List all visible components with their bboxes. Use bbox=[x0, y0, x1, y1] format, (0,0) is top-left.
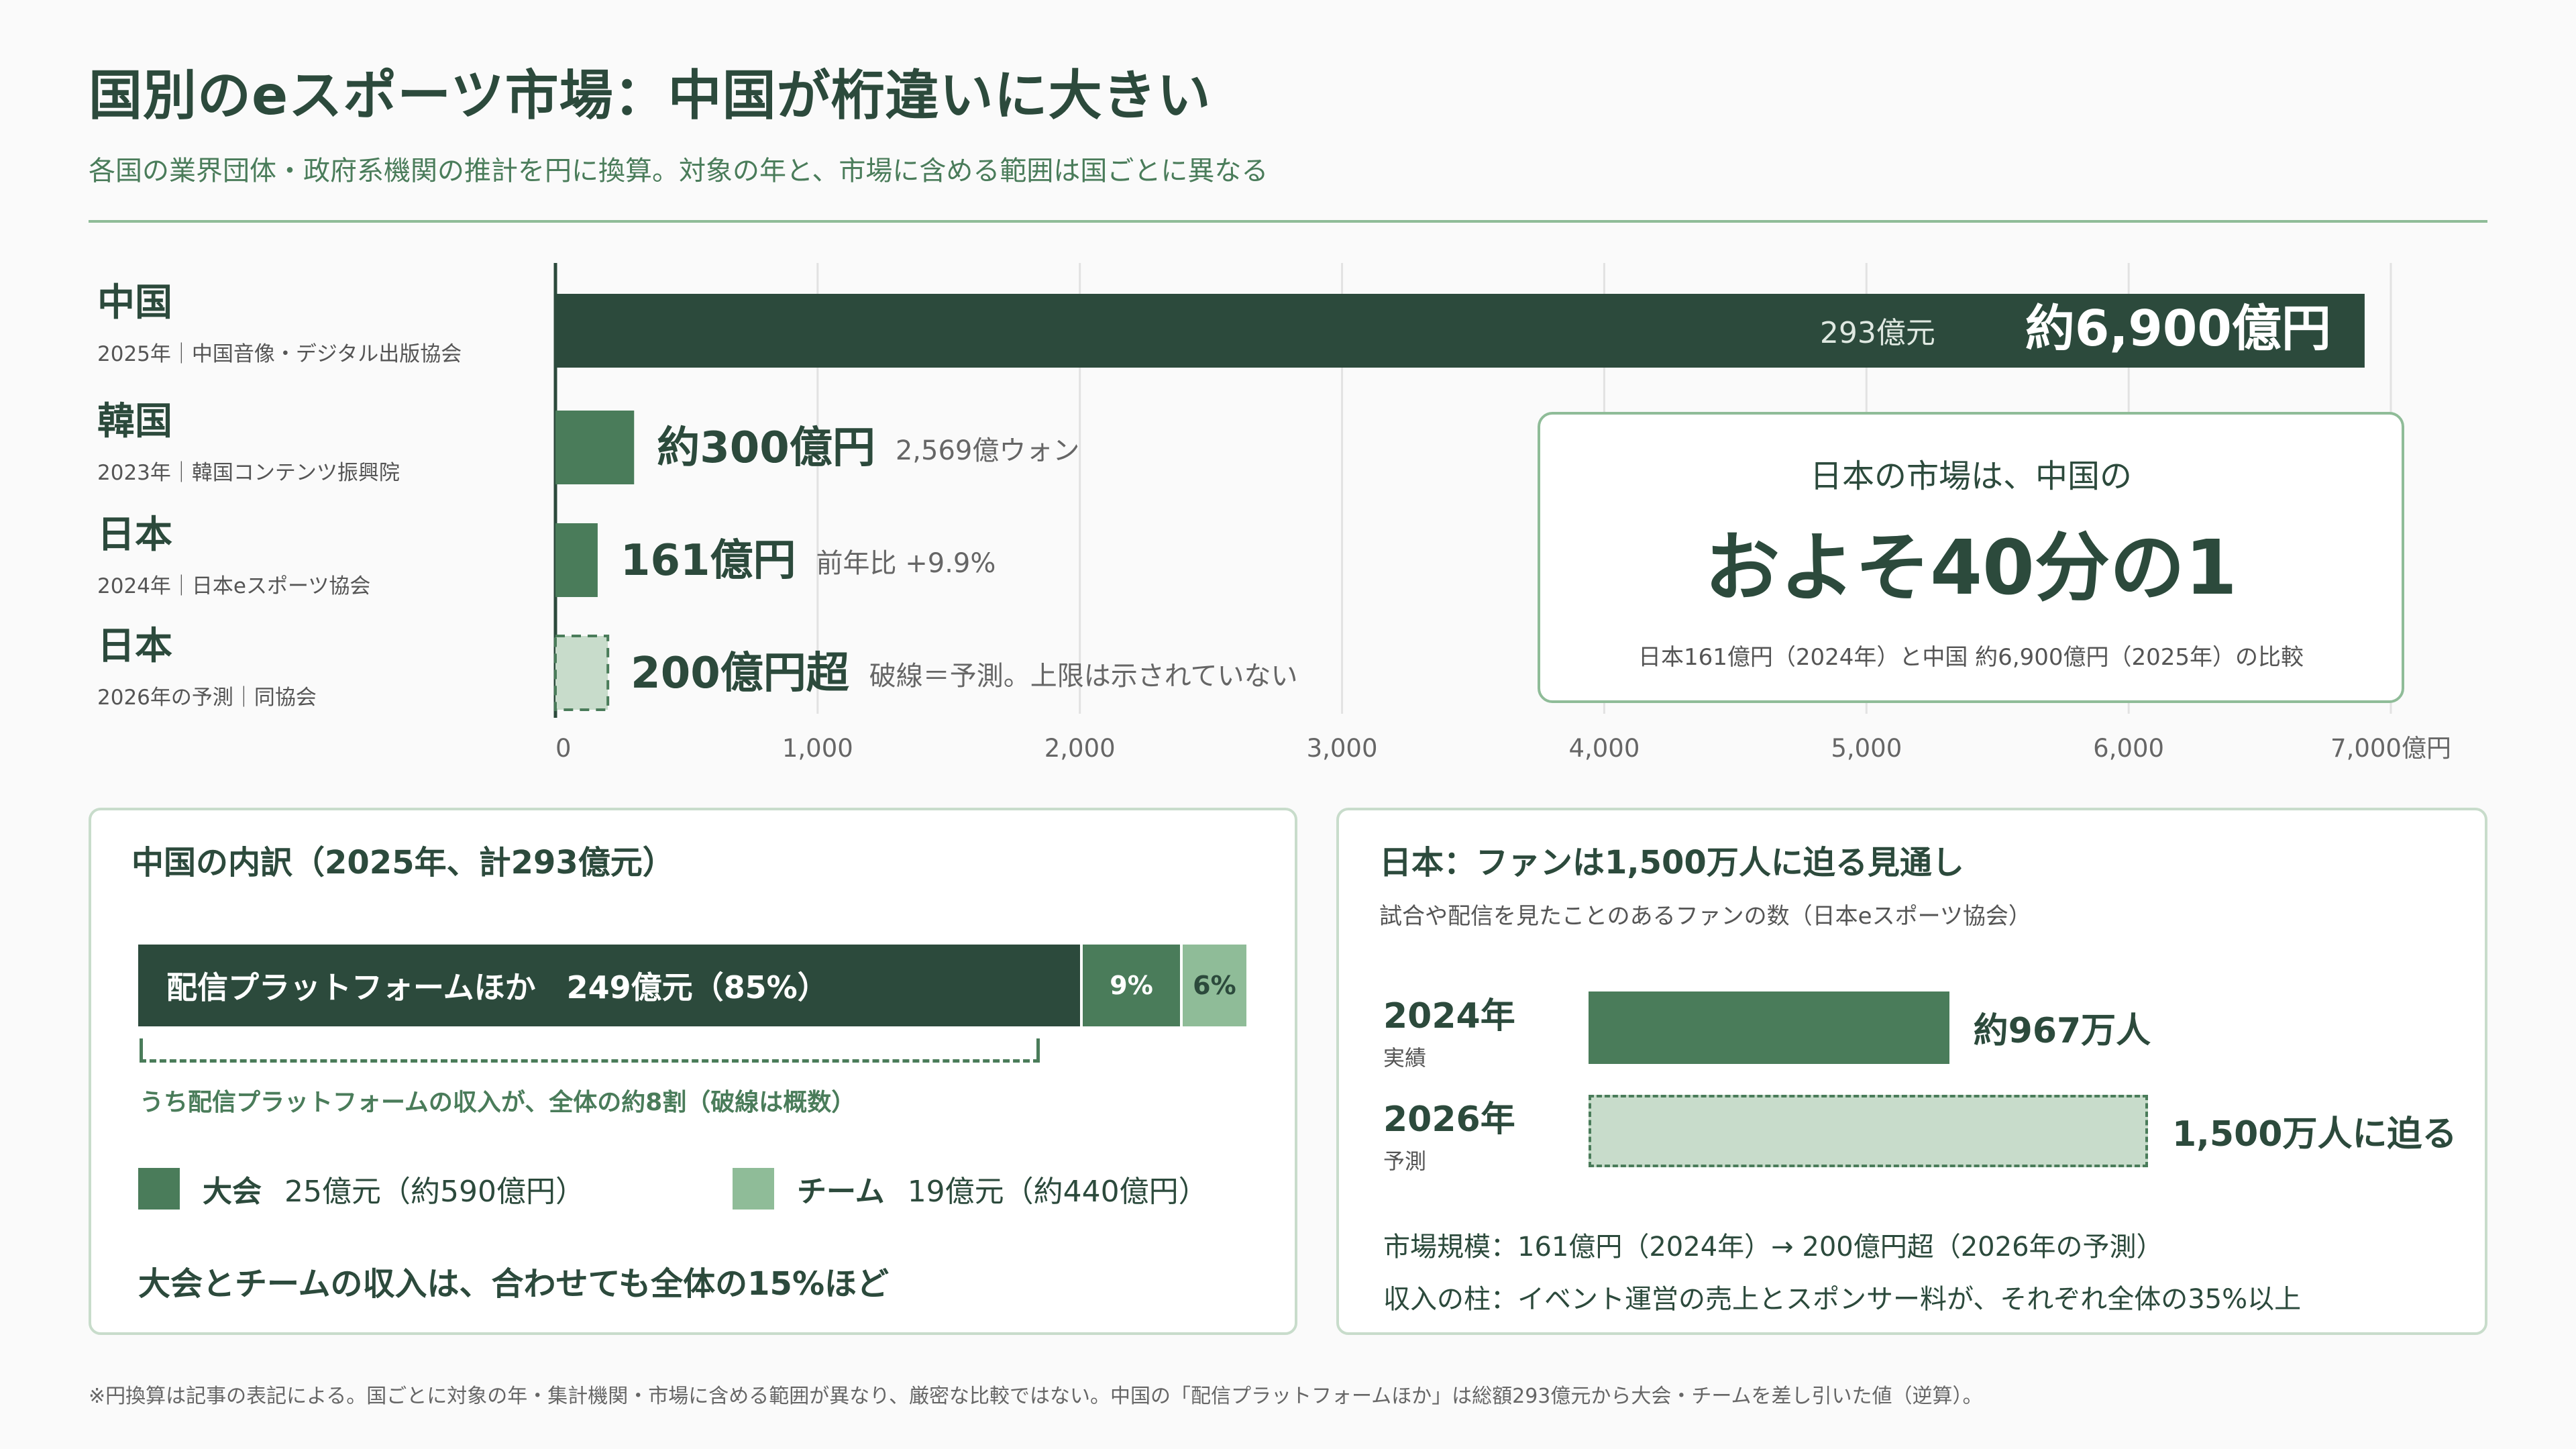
ratio-callout: 日本の市場は、中国の およそ40分の1 日本161億円（2024年）と中国 約6… bbox=[1538, 412, 2404, 703]
bar-note-label: 2,569億ウォン bbox=[896, 435, 1080, 466]
x-tick-label: 0 bbox=[555, 734, 572, 763]
bar-1 bbox=[555, 411, 635, 484]
breakdown-footer: 大会とチームの収入は、合わせても全体の15%ほど bbox=[138, 1265, 890, 1303]
fan-kind-2024: 実績 bbox=[1383, 1045, 1427, 1071]
japan-fans-panel: 日本：ファンは1,500万人に迫る見通し 試合や配信を見たことのあるファンの数（… bbox=[1336, 808, 2487, 1335]
japan-fans-subtitle: 試合や配信を見たことのあるファンの数（日本eスポーツ協会） bbox=[1379, 903, 2031, 930]
bar-value-label: 約300億円 bbox=[657, 423, 875, 473]
callout-headline: およそ40分の1 bbox=[1705, 525, 2237, 612]
fan-value-2024: 約967万人 bbox=[1973, 1011, 2151, 1051]
x-tick-label: 6,000 bbox=[2093, 734, 2164, 763]
x-tick-label: 1,000 bbox=[782, 734, 853, 763]
platform-bracket bbox=[140, 1038, 1040, 1063]
legend-name: 大会 bbox=[203, 1175, 262, 1209]
footnote: ※円換算は記事の表記による。国ごとに対象の年・集計機関・市場に含める範囲が異なり… bbox=[89, 1385, 1983, 1408]
bar-3 bbox=[554, 635, 610, 711]
china-breakdown-panel: 中国の内訳（2025年、計293億元） 配信プラットフォームほか 249億元（8… bbox=[89, 808, 1297, 1335]
bar-2 bbox=[555, 523, 598, 597]
segment-team: 6% bbox=[1179, 945, 1246, 1026]
bar-value-label: 200億円超 bbox=[631, 649, 850, 698]
x-tick-label: 5,000 bbox=[1831, 734, 1902, 763]
x-tick-label: 7,000億円 bbox=[2330, 734, 2451, 763]
x-tick-label: 4,000 bbox=[1568, 734, 1640, 763]
fan-year-2026: 2026年 bbox=[1383, 1099, 1515, 1140]
market-size-note: 市場規模：161億円（2024年）→ 200億円超（2026年の予測） bbox=[1383, 1232, 2163, 1263]
revenue-pillar-note: 収入の柱：イベント運営の売上とスポンサー料が、それぞれ全体の35%以上 bbox=[1383, 1284, 2302, 1315]
callout-note: 日本161億円（2024年）と中国 約6,900億円（2025年）の比較 bbox=[1638, 644, 2304, 671]
bar-note-label: 前年比 +9.9% bbox=[816, 548, 996, 579]
legend-value: 19億元（約440億円） bbox=[907, 1175, 1208, 1209]
legend-swatch bbox=[138, 1168, 180, 1210]
bar-value-label: 161億円 bbox=[621, 536, 796, 586]
callout-line1: 日本の市場は、中国の bbox=[1809, 458, 2132, 495]
segment-platform: 配信プラットフォームほか 249億元（85%） bbox=[138, 945, 1081, 1026]
breakdown-stacked-bar: 配信プラットフォームほか 249億元（85%） 9% 6% bbox=[138, 945, 1246, 1026]
legend-team: チーム 19億元（約440億円） bbox=[733, 1167, 1208, 1210]
bar-note-label: 破線＝予測。上限は示されていない bbox=[869, 661, 1298, 692]
x-tick-label: 3,000 bbox=[1307, 734, 1378, 763]
fan-year-2024: 2024年 bbox=[1383, 996, 1515, 1036]
fan-bar-2026 bbox=[1589, 1095, 2148, 1167]
legend-tournament: 大会 25億元（約590億円） bbox=[138, 1167, 585, 1210]
japan-fans-title: 日本：ファンは1,500万人に迫る見通し bbox=[1379, 844, 1964, 881]
legend-value: 25億元（約590億円） bbox=[284, 1175, 585, 1209]
segment-tournament: 9% bbox=[1080, 945, 1180, 1026]
bracket-note: うち配信プラットフォームの収入が、全体の約8割（破線は概数） bbox=[140, 1089, 856, 1116]
legend-name: チーム bbox=[797, 1175, 885, 1209]
legend-swatch bbox=[733, 1168, 774, 1210]
fan-kind-2026: 予測 bbox=[1383, 1148, 1427, 1174]
fan-value-2026: 1,500万人に迫る bbox=[2172, 1114, 2457, 1155]
fan-bar-2024 bbox=[1589, 991, 1949, 1064]
x-tick-label: 2,000 bbox=[1044, 734, 1116, 763]
bar-note-label: 293億元 bbox=[1820, 316, 1935, 350]
bar-value-label: 約6,900億円 bbox=[2025, 300, 2331, 358]
china-breakdown-title: 中国の内訳（2025年、計293億元） bbox=[131, 844, 675, 881]
